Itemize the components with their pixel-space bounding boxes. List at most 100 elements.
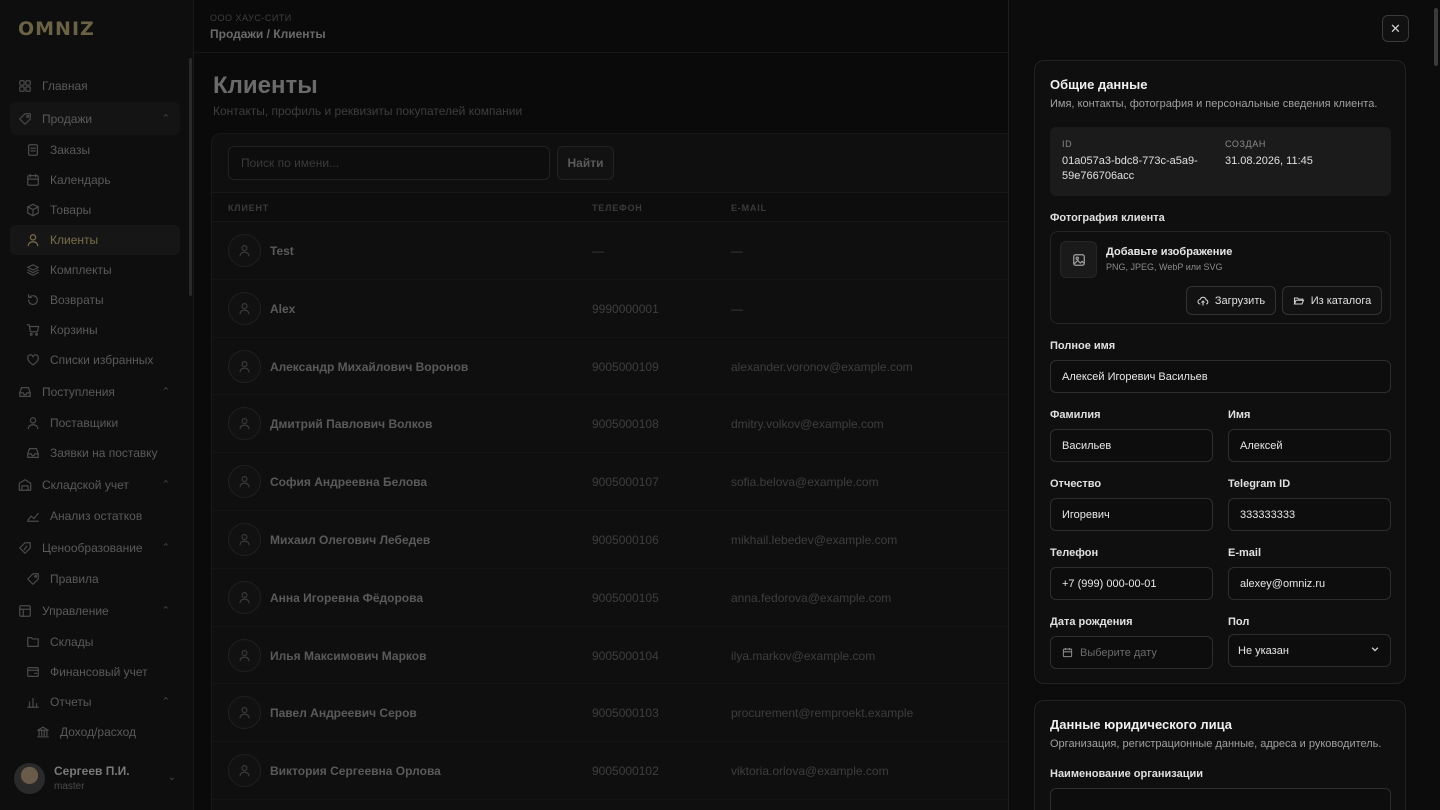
table-row[interactable]: София Андреевна Белова 9005000107 sofia.be… <box>212 453 1010 511</box>
org-name-field[interactable] <box>1050 788 1391 810</box>
section-subtitle: Имя, контакты, фотография и персональные… <box>1050 98 1378 110</box>
calendar-icon <box>1062 647 1073 658</box>
last-name-field[interactable]: Васильев <box>1050 429 1213 462</box>
sidebar-item-label: Продажи <box>42 111 93 126</box>
sidebar-item[interactable]: Списки избранных <box>10 345 180 375</box>
user-info: Сергеев П.И. master <box>54 764 130 792</box>
client-name: Михаил Олегович Лебедев <box>270 532 431 547</box>
table-row[interactable]: Павел Андреевич Серов 9005000103 procureme… <box>212 684 1010 743</box>
photo-upload-box: Добавьте изображение PNG, JPEG, WebP или… <box>1050 231 1391 324</box>
sidebar-item-label: Финансовый учет <box>50 665 148 679</box>
client-phone: 9005000102 <box>592 764 659 779</box>
table-row[interactable]: Александр Михайлович Воронов 9005000109 al… <box>212 338 1010 396</box>
table-row[interactable]: Анна Игоревна Фёдорова 9005000105 anna.fed… <box>212 569 1010 627</box>
sidebar-item-label: Анализ остатков <box>50 509 143 523</box>
sidebar-item-label: Главная <box>42 78 88 93</box>
table-row[interactable]: Виктория Сергеевна Орлова 9005000102 vikto… <box>212 742 1010 800</box>
table-row[interactable]: Alex 9990000001 — <box>212 280 1010 338</box>
sidebar-item[interactable]: Клиенты <box>10 225 180 255</box>
sidebar-item[interactable]: Заявки на поставку <box>10 438 180 468</box>
last-name-label: Фамилия <box>1050 409 1101 421</box>
table-row[interactable]: Дмитрий Павлович Волков 9005000108 dmitry.… <box>212 395 1010 454</box>
column-client[interactable]: КЛИЕНТ <box>228 203 269 213</box>
client-phone: 9005000108 <box>592 417 659 432</box>
user-icon <box>26 416 40 430</box>
drawer-scrollbar[interactable] <box>1434 8 1438 66</box>
breadcrumb: Продажи / Клиенты <box>210 27 326 41</box>
column-phone[interactable]: ТЕЛЕФОН <box>592 203 643 213</box>
user-icon <box>228 580 261 614</box>
email-label: E-mail <box>1228 547 1262 559</box>
client-phone: 9005000105 <box>592 590 659 605</box>
inbox-icon <box>18 385 32 399</box>
created-label: СОЗДАН <box>1225 139 1266 149</box>
birth-date-field[interactable]: Выберите дату <box>1050 636 1213 669</box>
sidebar-item[interactable]: Управление ⌃ <box>10 594 180 627</box>
sidebar-item[interactable]: Возвраты <box>10 285 180 315</box>
column-email[interactable]: E-MAIL <box>731 203 767 213</box>
return-icon <box>26 293 40 307</box>
gender-select[interactable]: Не указан <box>1228 634 1391 667</box>
sidebar-item[interactable]: Поставщики <box>10 408 180 438</box>
client-email: viktoria.orlova@example.com <box>731 764 889 779</box>
sidebar-item-label: Складской учет <box>42 477 129 492</box>
sidebar-item[interactable]: Заказы <box>10 135 180 165</box>
sidebar-item[interactable]: Продажи ⌃ <box>10 102 180 135</box>
layers-icon <box>26 263 40 277</box>
telegram-field[interactable]: 333333333 <box>1228 498 1391 531</box>
full-name-label: Полное имя <box>1050 340 1116 352</box>
birth-date-placeholder: Выберите дату <box>1080 646 1157 659</box>
sidebar-item[interactable]: Финансовый учет <box>10 657 180 687</box>
full-name-field[interactable]: Алексей Игоревич Васильев <box>1050 360 1391 393</box>
client-email: sofia.belova@example.com <box>731 475 879 490</box>
catalog-button[interactable]: Из каталога <box>1282 286 1382 315</box>
sidebar-item[interactable]: Товары <box>10 195 180 225</box>
inbox-icon <box>26 446 40 460</box>
phone-label: Телефон <box>1050 547 1099 559</box>
sidebar-item[interactable]: Анализ остатков <box>10 501 180 531</box>
table-row[interactable]: Михаил Олегович Лебедев 9005000106 mikhail… <box>212 511 1010 569</box>
sidebar-item[interactable]: Доход/расход <box>10 717 180 747</box>
phone-field[interactable]: +7 (999) 000-00-01 <box>1050 567 1213 600</box>
sidebar-item[interactable]: Календарь <box>10 165 180 195</box>
folder-open-icon <box>1293 295 1305 307</box>
user-profile[interactable]: Сергеев П.И. master ⌄ <box>14 758 184 798</box>
client-name: Alex <box>270 301 296 316</box>
sidebar-item[interactable]: Комплекты <box>10 255 180 285</box>
heart-icon <box>26 353 40 367</box>
find-button[interactable]: Найти <box>557 146 614 180</box>
first-name-label: Имя <box>1228 409 1251 421</box>
sidebar-item-label: Правила <box>50 572 99 586</box>
sidebar-item[interactable]: Главная <box>10 69 180 102</box>
sidebar-item[interactable]: Отчеты ⌃ <box>10 687 180 717</box>
first-name-field[interactable]: Алексей <box>1228 429 1391 462</box>
sidebar-scrollbar[interactable] <box>189 58 192 296</box>
sidebar-item[interactable]: Правила <box>10 564 180 594</box>
sidebar-item[interactable]: Склады <box>10 627 180 657</box>
upload-button[interactable]: Загрузить <box>1186 286 1276 315</box>
table-row[interactable]: Test — — <box>212 222 1010 280</box>
orders-icon <box>26 143 40 157</box>
sidebar-item[interactable]: Ценообразование ⌃ <box>10 531 180 564</box>
folder-icon <box>26 635 40 649</box>
sidebar-item[interactable]: Складской учет ⌃ <box>10 468 180 501</box>
table-row[interactable]: Илья Максимович Марков 9005000104 ilya.mar… <box>212 627 1010 685</box>
user-icon <box>228 465 261 499</box>
chevron-down-icon: ⌄ <box>167 772 176 783</box>
patronymic-field[interactable]: Игоревич <box>1050 498 1213 531</box>
sidebar-item[interactable]: Поступления ⌃ <box>10 375 180 408</box>
tag-icon <box>26 572 40 586</box>
client-drawer: ✕ Общие данные Имя, контакты, фотография… <box>1008 0 1440 810</box>
app-logo[interactable]: OMNIZ <box>18 18 95 40</box>
sidebar-item-label: Ценообразование <box>42 540 143 555</box>
catalog-label: Из каталога <box>1310 294 1372 307</box>
email-field[interactable]: alexey@omniz.ru <box>1228 567 1391 600</box>
chevron-up-icon: ⌃ <box>161 542 170 553</box>
search-input[interactable]: Поиск по имени... <box>228 146 550 180</box>
close-button[interactable]: ✕ <box>1382 15 1409 42</box>
sidebar-item-label: Календарь <box>50 173 111 187</box>
sidebar-item[interactable]: Корзины <box>10 315 180 345</box>
sidebar-nav: Главная Продажи ⌃ Заказы Календарь Товары Клие… <box>10 69 180 747</box>
id-value: 01a057a3-bdc8-773c-a5a9-59e766706acc <box>1062 155 1198 182</box>
user-icon <box>228 349 261 383</box>
